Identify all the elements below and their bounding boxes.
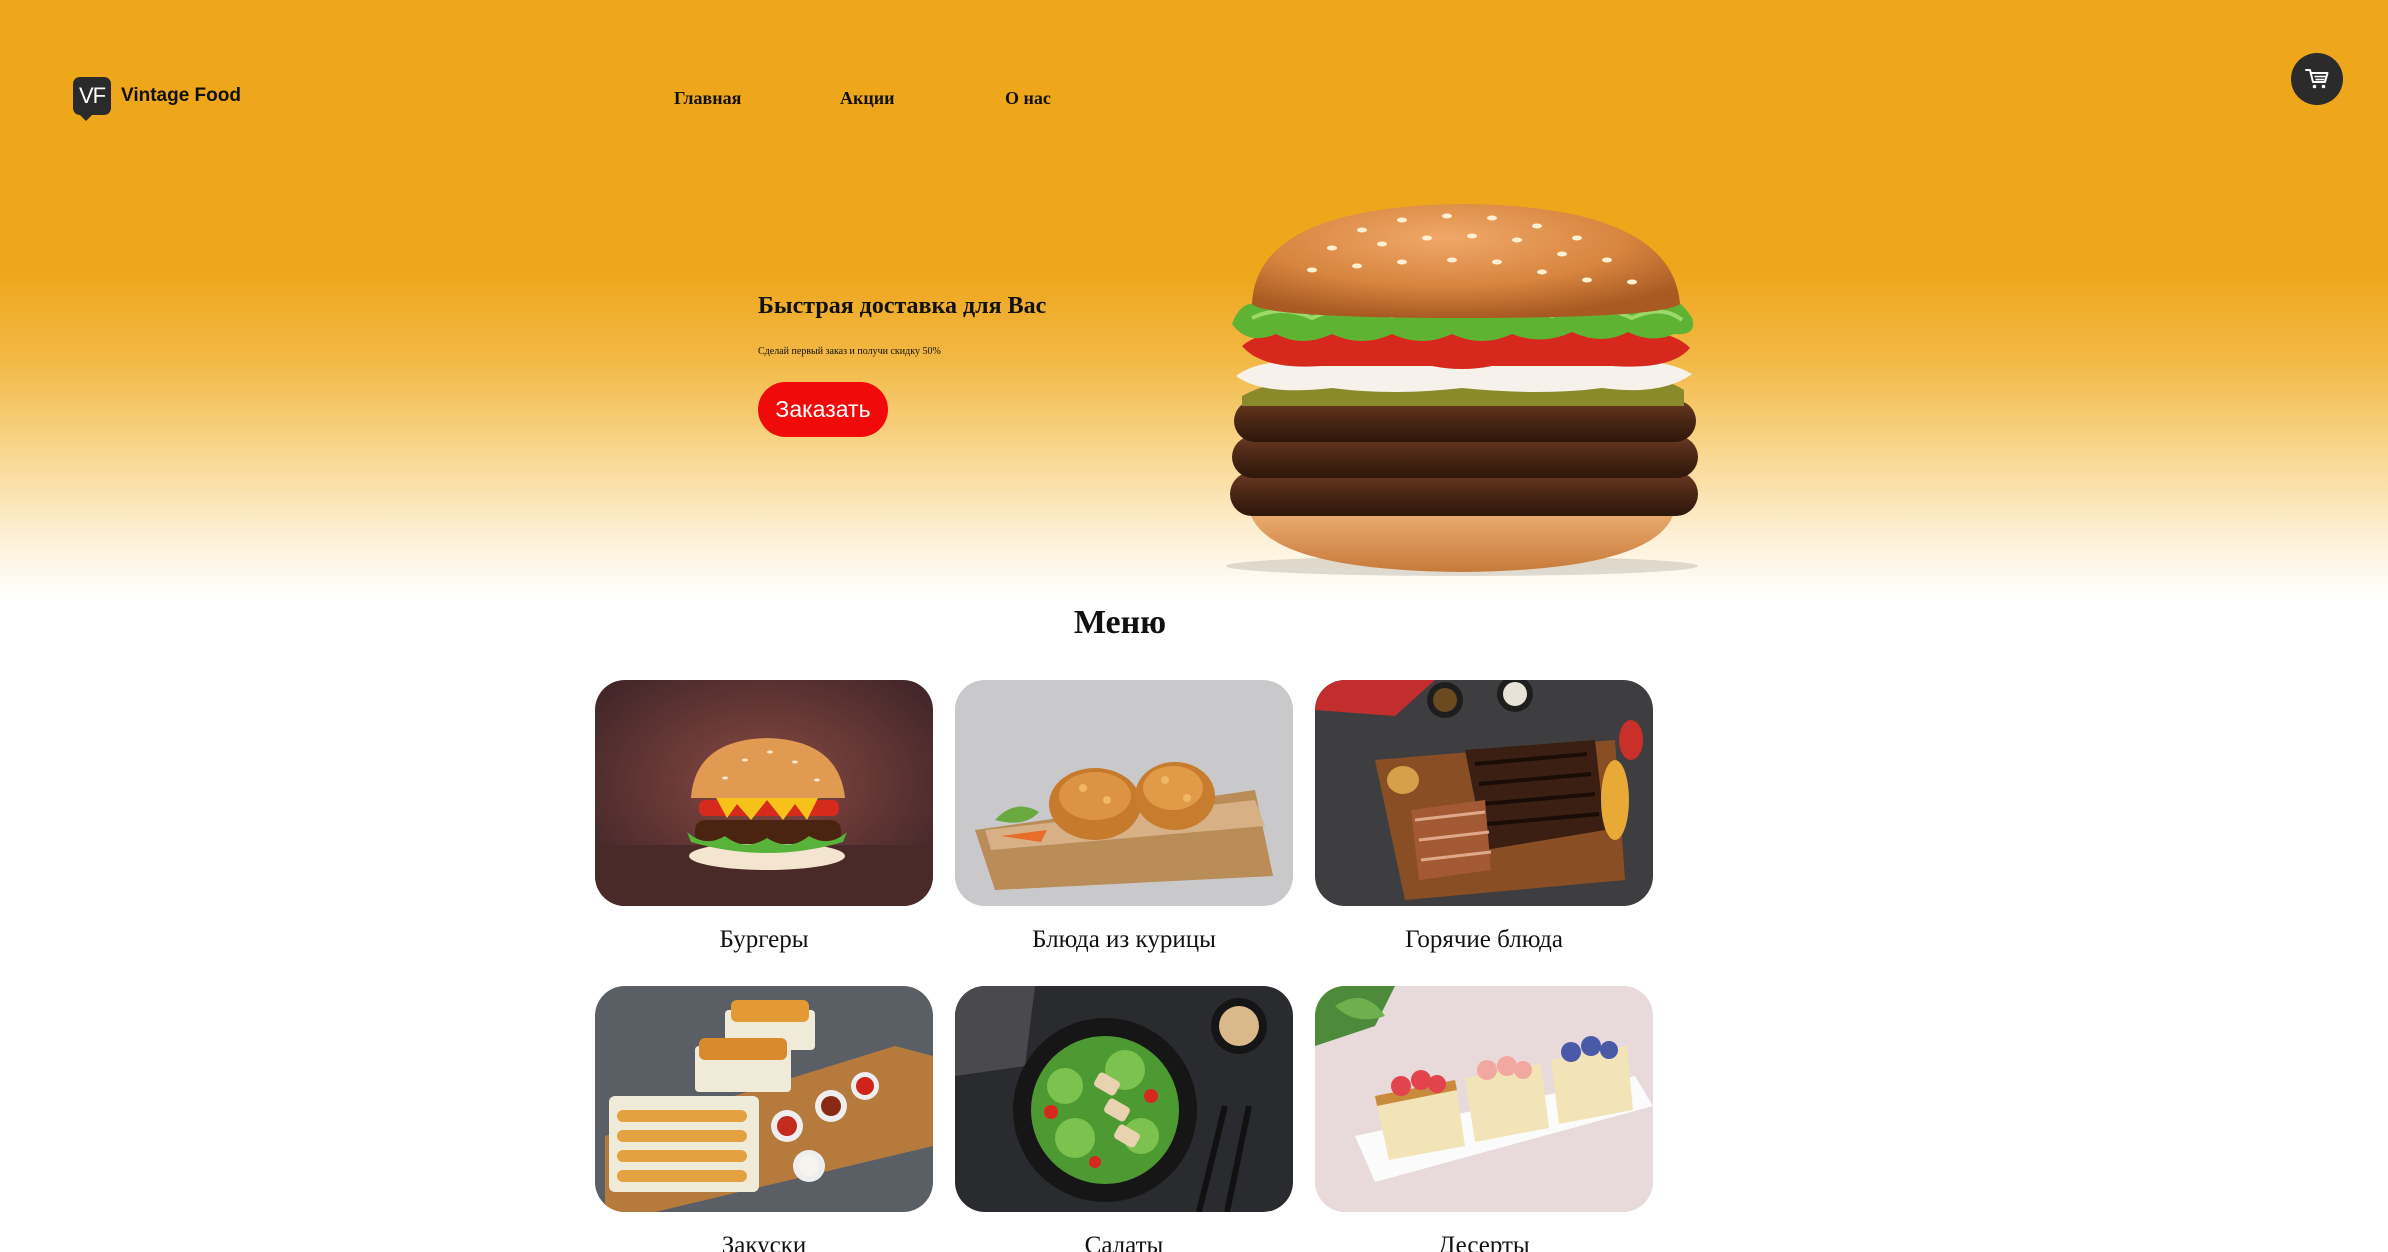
order-button[interactable]: Заказать	[758, 382, 888, 437]
menu-card-label: Бургеры	[719, 926, 809, 953]
nav-link-about[interactable]: О нас	[1005, 88, 1051, 109]
salads-image	[955, 986, 1293, 1212]
hero-background	[0, 0, 2388, 610]
shopping-cart-icon	[2305, 69, 2329, 89]
menu-card-snacks[interactable]: Закуски	[595, 986, 933, 1252]
burgers-image	[595, 680, 933, 906]
logo-mark: VF	[73, 77, 111, 121]
main-nav: Главная Акции О нас	[674, 88, 1051, 109]
menu-card-hot-dishes[interactable]: Горячие блюда	[1315, 680, 1653, 954]
menu-card-label: Горячие блюда	[1405, 926, 1563, 953]
menu-card-burgers[interactable]: Бургеры	[595, 680, 933, 954]
nav-link-promotions[interactable]: Акции	[840, 88, 1005, 109]
desserts-image	[1315, 986, 1653, 1212]
menu-card-label: Салаты	[1084, 1232, 1164, 1252]
menu-card-label: Блюда из курицы	[1032, 926, 1216, 953]
menu-card-desserts[interactable]: Десерты	[1315, 986, 1653, 1252]
logo-text: Vintage Food	[121, 85, 241, 106]
menu-grid: Бургеры Блюда из курицы Горячие блюда За…	[595, 680, 1653, 1252]
menu-card-label: Закуски	[721, 1232, 807, 1252]
chicken-image	[955, 680, 1293, 906]
menu-card-label: Десерты	[1438, 1232, 1530, 1252]
menu-card-chicken[interactable]: Блюда из курицы	[955, 680, 1293, 954]
hot-dishes-image	[1315, 680, 1653, 906]
nav-link-home[interactable]: Главная	[674, 88, 840, 109]
hero-subtitle: Сделай первый заказ и получи скидку 50%	[758, 346, 941, 357]
cart-button[interactable]	[2291, 53, 2343, 105]
menu-card-salads[interactable]: Салаты	[955, 986, 1293, 1252]
menu-title: Меню	[1073, 604, 1167, 641]
logo[interactable]: VF Vintage Food	[73, 77, 241, 121]
snacks-image	[595, 986, 933, 1212]
hero-burger-image	[1226, 204, 1698, 576]
hero-title: Быстрая доставка для Вас	[758, 293, 1047, 319]
